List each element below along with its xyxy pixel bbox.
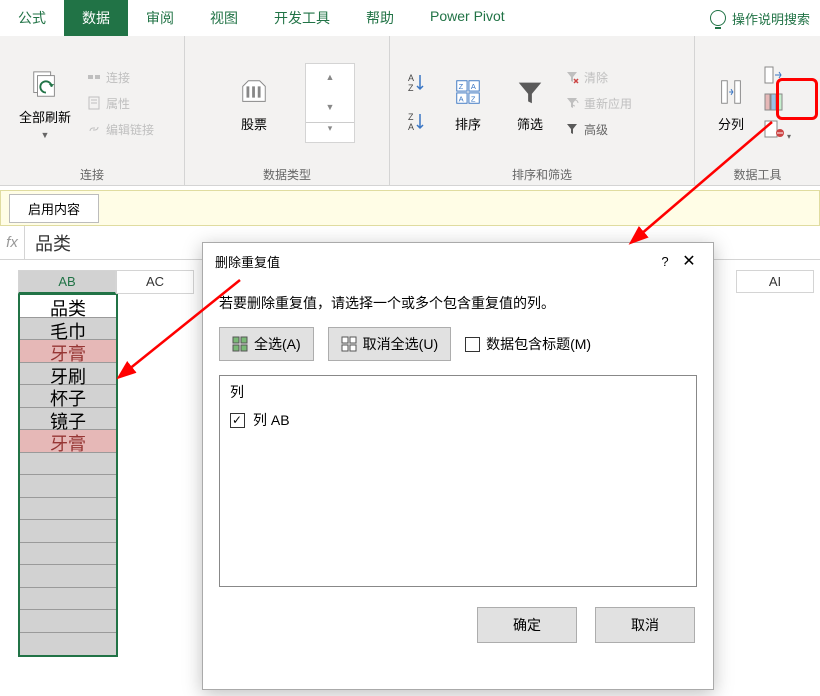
help-button[interactable]: ? bbox=[653, 254, 677, 269]
cell-empty[interactable] bbox=[20, 520, 116, 543]
svg-text:A: A bbox=[471, 82, 476, 91]
connections-button[interactable]: 连接 bbox=[86, 64, 154, 90]
svg-text:A: A bbox=[459, 94, 464, 103]
filter-button[interactable]: 筛选 bbox=[502, 56, 558, 151]
refresh-label: 全部刷新 bbox=[19, 107, 71, 126]
col-header-ac[interactable]: AC bbox=[116, 270, 194, 294]
edit-links-button[interactable]: 编辑链接 bbox=[86, 116, 154, 142]
close-button[interactable]: ✕ bbox=[677, 251, 701, 271]
remove-duplicates-dialog: 删除重复值 ? ✕ 若要删除重复值，请选择一个或多个包含重复值的列。 全选(A)… bbox=[202, 242, 714, 690]
properties-button[interactable]: 属性 bbox=[86, 90, 154, 116]
group-label-datatools: 数据工具 bbox=[705, 164, 810, 183]
cell-empty[interactable] bbox=[20, 633, 116, 656]
cell-empty[interactable] bbox=[20, 498, 116, 521]
select-all-button[interactable]: 全选(A) bbox=[219, 327, 314, 361]
refresh-icon bbox=[27, 67, 63, 103]
stock-icon bbox=[236, 74, 272, 110]
bulb-icon bbox=[710, 10, 726, 26]
cell-empty[interactable] bbox=[20, 588, 116, 611]
fx-icon[interactable]: fx bbox=[0, 234, 24, 251]
cancel-button[interactable]: 取消 bbox=[595, 607, 695, 643]
selected-range[interactable]: 品类 毛巾 牙膏 牙刷 杯子 镜子 牙膏 bbox=[18, 293, 118, 657]
ribbon: 全部刷新 ▼ 连接 属性 编辑链接 连接 股票 ▲ ▼ ▾ bbox=[0, 36, 820, 186]
deselect-all-button[interactable]: 取消全选(U) bbox=[328, 327, 451, 361]
tab-view[interactable]: 视图 bbox=[192, 0, 256, 36]
tab-formula[interactable]: 公式 bbox=[0, 0, 64, 36]
cell-empty[interactable] bbox=[20, 543, 116, 566]
columns-listbox[interactable]: 列 列 AB bbox=[219, 375, 697, 587]
select-all-icon bbox=[232, 336, 248, 352]
svg-text:Z: Z bbox=[408, 112, 414, 122]
cell-a6[interactable]: 镜子 bbox=[20, 408, 116, 431]
tell-me-search[interactable]: 操作说明搜索 bbox=[710, 0, 820, 36]
group-label-datatypes: 数据类型 bbox=[195, 164, 379, 183]
deselect-all-icon bbox=[341, 336, 357, 352]
column-item-ab[interactable]: 列 AB bbox=[230, 410, 686, 430]
svg-text:A: A bbox=[408, 73, 414, 83]
checkbox-icon bbox=[465, 337, 480, 352]
tab-data[interactable]: 数据 bbox=[64, 0, 128, 36]
tab-help[interactable]: 帮助 bbox=[348, 0, 412, 36]
svg-text:Z: Z bbox=[408, 83, 414, 93]
data-validation-button[interactable]: ▾ bbox=[763, 119, 791, 142]
text-to-columns-icon bbox=[713, 74, 749, 110]
text-to-columns-button[interactable]: 分列 bbox=[705, 56, 757, 151]
dialog-description: 若要删除重复值，请选择一个或多个包含重复值的列。 bbox=[219, 293, 697, 313]
sort-icon: ZAAZ bbox=[450, 74, 486, 110]
flash-fill-button[interactable] bbox=[763, 65, 791, 88]
search-label: 操作说明搜索 bbox=[732, 9, 810, 28]
columns-header: 列 bbox=[230, 382, 686, 402]
cell-a3[interactable]: 牙膏 bbox=[20, 340, 116, 363]
reapply-button[interactable]: 重新应用 bbox=[564, 90, 632, 116]
dropdown-arrow-icon: ▼ bbox=[41, 130, 50, 140]
cell-empty[interactable] bbox=[20, 475, 116, 498]
checkbox-checked-icon bbox=[230, 413, 245, 428]
col-header-ai[interactable]: AI bbox=[736, 270, 814, 293]
svg-text:Z: Z bbox=[459, 82, 464, 91]
ribbon-tabs: 公式 数据 审阅 视图 开发工具 帮助 Power Pivot 操作说明搜索 bbox=[0, 0, 820, 36]
formula-value[interactable]: 品类 bbox=[24, 226, 81, 259]
tab-powerpivot[interactable]: Power Pivot bbox=[412, 0, 523, 36]
refresh-all-button[interactable]: 全部刷新 ▼ bbox=[10, 56, 80, 151]
group-label-connections: 连接 bbox=[10, 164, 174, 183]
tab-dev[interactable]: 开发工具 bbox=[256, 0, 348, 36]
enable-content-button[interactable]: 启用内容 bbox=[9, 194, 99, 223]
remove-duplicates-button[interactable] bbox=[763, 92, 791, 115]
cell-empty[interactable] bbox=[20, 610, 116, 633]
funnel-icon bbox=[512, 74, 548, 110]
cell-a4[interactable]: 牙刷 bbox=[20, 363, 116, 386]
stock-button[interactable]: 股票 bbox=[219, 56, 289, 151]
svg-text:A: A bbox=[408, 122, 414, 132]
svg-text:Z: Z bbox=[471, 94, 476, 103]
data-type-gallery[interactable]: ▲ ▼ ▾ bbox=[305, 63, 355, 143]
has-header-checkbox[interactable]: 数据包含标题(M) bbox=[465, 334, 591, 354]
cell-a5[interactable]: 杯子 bbox=[20, 385, 116, 408]
cell-empty[interactable] bbox=[20, 453, 116, 476]
col-header-ab[interactable]: AB bbox=[18, 270, 116, 294]
ok-button[interactable]: 确定 bbox=[477, 607, 577, 643]
cell-a7[interactable]: 牙膏 bbox=[20, 430, 116, 453]
sort-desc-button[interactable]: ZA bbox=[406, 110, 428, 135]
advanced-filter-button[interactable]: 高级 bbox=[564, 116, 632, 142]
stock-label: 股票 bbox=[241, 114, 267, 133]
sort-button[interactable]: ZAAZ 排序 bbox=[440, 56, 496, 151]
cell-a2[interactable]: 毛巾 bbox=[20, 318, 116, 341]
cell-empty[interactable] bbox=[20, 565, 116, 588]
dialog-title: 删除重复值 bbox=[215, 252, 653, 271]
clear-filter-button[interactable]: 清除 bbox=[564, 64, 632, 90]
security-warning-bar: 启用内容 bbox=[0, 190, 820, 226]
cell-a1[interactable]: 品类 bbox=[20, 295, 116, 318]
group-label-sortfilter: 排序和筛选 bbox=[400, 164, 684, 183]
sort-asc-button[interactable]: AZ bbox=[406, 71, 428, 96]
tab-review[interactable]: 审阅 bbox=[128, 0, 192, 36]
